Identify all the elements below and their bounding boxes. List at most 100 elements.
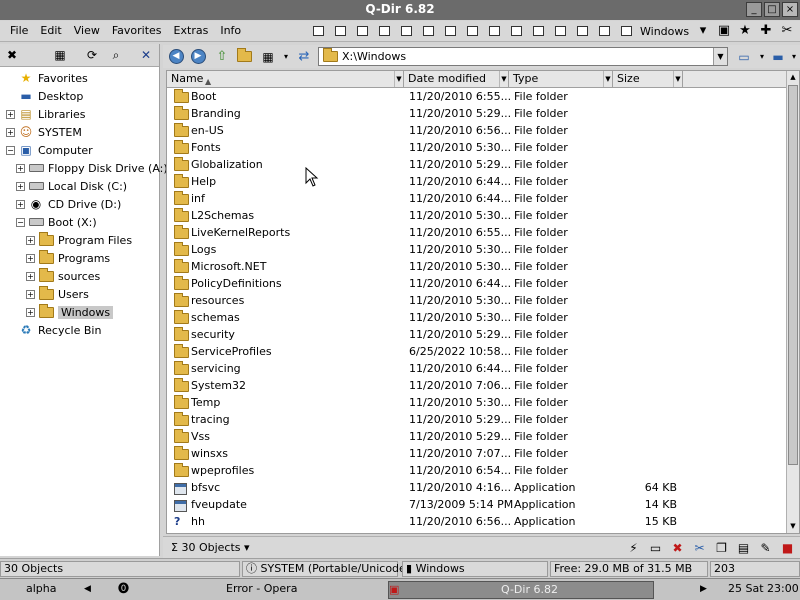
scroll-up-icon[interactable]: ▲ bbox=[787, 71, 799, 84]
delete-icon[interactable]: ✖ bbox=[669, 540, 686, 556]
table-row[interactable]: Help 11/20/2010 6:44... File folder bbox=[167, 174, 787, 191]
taskbar-opera[interactable]: ⓿ Error - Opera bbox=[118, 581, 386, 599]
tree-item[interactable]: ★ Favorites bbox=[6, 69, 88, 87]
tree-item[interactable]: + Programs bbox=[26, 249, 110, 267]
column-header-date[interactable]: Date modified ▼ bbox=[404, 71, 509, 88]
table-row[interactable]: PolicyDefinitions 11/20/2010 6:44... File … bbox=[167, 276, 787, 293]
table-row[interactable]: Globalization 11/20/2010 5:29... File fold… bbox=[167, 157, 787, 174]
up-arrow-icon[interactable]: ⇧ bbox=[213, 48, 231, 65]
menu-view[interactable]: View bbox=[68, 24, 106, 37]
layout-button-icon[interactable] bbox=[462, 23, 483, 39]
table-row[interactable]: Fonts 11/20/2010 5:30... File folder bbox=[167, 140, 787, 157]
taskbar-right-arrow-icon[interactable]: ▶ bbox=[700, 581, 707, 599]
cut-icon[interactable]: ✂ bbox=[691, 540, 708, 556]
layout-button-icon[interactable] bbox=[396, 23, 417, 39]
table-row[interactable]: wpeprofiles 11/20/2010 6:54... File folder bbox=[167, 463, 787, 480]
tree-item[interactable]: + Windows bbox=[26, 303, 114, 321]
layout-button-icon[interactable] bbox=[506, 23, 527, 39]
layout-button-icon[interactable] bbox=[418, 23, 439, 39]
table-row[interactable]: LiveKernelReports 11/20/2010 6:55... File … bbox=[167, 225, 787, 242]
view-dropdown-icon[interactable]: ▾ bbox=[277, 48, 295, 65]
table-row[interactable]: ? hh 11/20/2010 6:56... Application 15 KB bbox=[167, 514, 787, 531]
monitor-icon[interactable]: ▣ bbox=[715, 23, 733, 39]
table-row[interactable]: Logs 11/20/2010 5:30... File folder bbox=[167, 242, 787, 259]
expand-icon[interactable]: + bbox=[6, 109, 15, 119]
monitor-view-icon[interactable]: ▭ bbox=[735, 48, 753, 65]
copy-icon[interactable]: ❐ bbox=[713, 540, 730, 556]
layout-button-icon[interactable] bbox=[572, 23, 593, 39]
refresh-icon[interactable]: ⟳ bbox=[84, 47, 100, 63]
table-row[interactable]: en-US 11/20/2010 6:56... File folder bbox=[167, 123, 787, 140]
tree-item[interactable]: − ▣ Computer bbox=[6, 141, 93, 159]
windows-view-label[interactable]: Windows bbox=[640, 25, 689, 38]
table-row[interactable]: security 11/20/2010 5:29... File folder bbox=[167, 327, 787, 344]
taskbar-qdir[interactable]: ▣ Q-Dir 6.82 bbox=[388, 581, 654, 599]
menu-edit[interactable]: Edit bbox=[34, 24, 67, 37]
tree-item[interactable]: ▬ Desktop bbox=[6, 87, 83, 105]
expand-icon[interactable]: + bbox=[6, 127, 15, 137]
table-row[interactable]: System32 11/20/2010 7:06... File folder bbox=[167, 378, 787, 395]
layout-button-icon[interactable] bbox=[528, 23, 549, 39]
table-row[interactable]: schemas 11/20/2010 5:30... File folder bbox=[167, 310, 787, 327]
edit-icon[interactable]: ✎ bbox=[757, 540, 774, 556]
tree-item[interactable]: + sources bbox=[26, 267, 100, 285]
dropdown-icon[interactable]: ▾ bbox=[694, 23, 712, 39]
lightning-icon[interactable]: ⚡ bbox=[625, 540, 642, 556]
tree-item[interactable]: + Users bbox=[26, 285, 89, 303]
tree-item[interactable]: + Program Files bbox=[26, 231, 132, 249]
close-icon[interactable]: × bbox=[782, 2, 798, 17]
tree-item[interactable]: + Floppy Disk Drive (A:) bbox=[16, 159, 168, 177]
tree-item[interactable]: ♻ Recycle Bin bbox=[6, 321, 102, 339]
layout-button-icon[interactable] bbox=[550, 23, 571, 39]
layout-button-icon[interactable] bbox=[308, 23, 329, 39]
table-row[interactable]: ServiceProfiles 6/25/2022 10:58... File fo… bbox=[167, 344, 787, 361]
table-row[interactable]: L2Schemas 11/20/2010 5:30... File folder bbox=[167, 208, 787, 225]
pin-icon[interactable]: ✚ bbox=[757, 23, 775, 39]
expand-icon[interactable]: + bbox=[16, 163, 25, 173]
back-icon[interactable]: ◀ bbox=[168, 49, 184, 64]
table-row[interactable]: Vss 11/20/2010 5:29... File folder bbox=[167, 429, 787, 446]
search-icon[interactable]: ⌕ bbox=[108, 47, 124, 63]
view-mode-icon[interactable]: ▦ bbox=[259, 48, 277, 65]
address-dropdown-icon[interactable]: ▼ bbox=[713, 48, 727, 65]
paste-icon[interactable]: ▤ bbox=[735, 540, 752, 556]
extra-dropdown-icon[interactable]: ▾ bbox=[785, 48, 800, 65]
layout-button-icon[interactable] bbox=[440, 23, 461, 39]
scroll-thumb[interactable] bbox=[788, 85, 798, 465]
tools-icon[interactable]: ✂ bbox=[778, 23, 796, 39]
tree-item[interactable]: − Boot (X:) bbox=[16, 213, 97, 231]
open-folder-icon[interactable] bbox=[236, 48, 252, 62]
column-header-name[interactable]: Name ▲ ▼ bbox=[167, 71, 404, 88]
expand-icon[interactable]: + bbox=[26, 307, 35, 317]
taskbar-start[interactable]: alpha bbox=[26, 581, 57, 599]
table-row[interactable]: inf 11/20/2010 6:44... File folder bbox=[167, 191, 787, 208]
tree-item[interactable]: + ◉ CD Drive (D:) bbox=[16, 195, 121, 213]
tree-item[interactable]: + ▤ Libraries bbox=[6, 105, 86, 123]
expand-icon[interactable]: + bbox=[26, 289, 35, 299]
layout-button-icon[interactable] bbox=[616, 23, 637, 39]
close-tree-icon[interactable]: ✕ bbox=[138, 47, 154, 63]
collapse-icon[interactable]: − bbox=[6, 145, 15, 155]
table-row[interactable]: Temp 11/20/2010 5:30... File folder bbox=[167, 395, 787, 412]
collapse-icon[interactable]: − bbox=[16, 217, 25, 227]
table-row[interactable]: fveupdate 7/13/2009 5:14 PM Application 14 … bbox=[167, 497, 787, 514]
expand-icon[interactable]: + bbox=[16, 181, 25, 191]
layout-button-icon[interactable] bbox=[352, 23, 373, 39]
table-row[interactable]: bfsvc 11/20/2010 4:16... Application 64 KB bbox=[167, 480, 787, 497]
menu-favorites[interactable]: Favorites bbox=[106, 24, 168, 37]
red-square-icon[interactable]: ■ bbox=[779, 540, 796, 556]
menu-extras[interactable]: Extras bbox=[168, 24, 215, 37]
expand-icon[interactable]: + bbox=[26, 253, 35, 263]
layout-button-icon[interactable] bbox=[330, 23, 351, 39]
layout-icon[interactable]: ▦ bbox=[52, 47, 68, 63]
tree-options-icon[interactable]: ✖ bbox=[4, 47, 20, 63]
table-row[interactable]: Microsoft.NET 11/20/2010 5:30... File fold… bbox=[167, 259, 787, 276]
table-row[interactable]: servicing 11/20/2010 6:44... File folder bbox=[167, 361, 787, 378]
layout-button-icon[interactable] bbox=[484, 23, 505, 39]
refresh-arrows-icon[interactable]: ⇄ bbox=[295, 48, 313, 65]
taskbar-arrow-icon[interactable]: ◀ bbox=[84, 581, 91, 599]
table-row[interactable]: resources 11/20/2010 5:30... File folder bbox=[167, 293, 787, 310]
layout-button-icon[interactable] bbox=[594, 23, 615, 39]
table-row[interactable]: winsxs 11/20/2010 7:07... File folder bbox=[167, 446, 787, 463]
column-size-dropdown-icon[interactable]: ▼ bbox=[673, 71, 682, 87]
